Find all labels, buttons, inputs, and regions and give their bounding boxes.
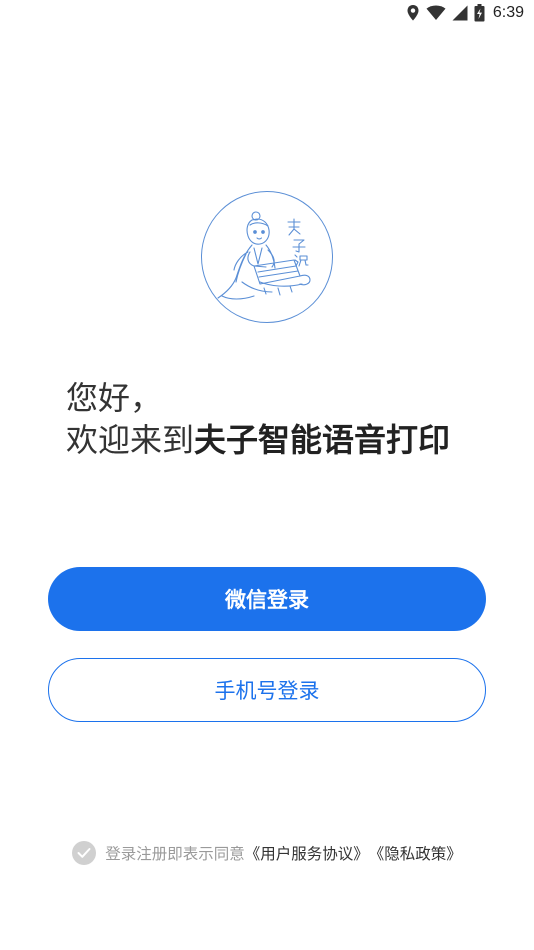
battery-icon bbox=[474, 4, 485, 22]
status-bar: 6:39 bbox=[0, 0, 534, 28]
phone-login-label: 手机号登录 bbox=[214, 679, 320, 703]
welcome-greeting: 您好， 欢迎来到夫子智能语音打印 bbox=[66, 377, 450, 461]
check-icon bbox=[77, 848, 91, 858]
agreement-text: 登录注册即表示同意 bbox=[105, 845, 245, 863]
privacy-policy-link[interactable]: 《隐私政策》 bbox=[369, 842, 462, 864]
wechat-login-button[interactable]: 微信登录 bbox=[48, 567, 486, 631]
wifi-icon bbox=[426, 5, 446, 20]
app-logo bbox=[201, 191, 333, 323]
status-icons: 6:39 bbox=[406, 4, 524, 22]
user-agreement-link[interactable]: 《用户服务协议》 bbox=[245, 842, 369, 864]
status-time: 6:39 bbox=[492, 4, 524, 21]
greeting-hello: 您好， bbox=[66, 379, 163, 417]
fuzi-character-logo bbox=[217, 211, 311, 300]
signal-icon bbox=[452, 5, 468, 21]
app-name: 夫子智能语音打印 bbox=[194, 421, 451, 459]
phone-login-button[interactable]: 手机号登录 bbox=[48, 658, 486, 722]
login-screen: 6:39 您好， 欢迎来到夫子智能语音打印 微信登录 手机号登录 登录注册即表示… bbox=[0, 0, 534, 950]
location-icon bbox=[407, 5, 419, 21]
agreement-row: 登录注册即表示同意 《用户服务协议》 《隐私政策》 bbox=[0, 840, 534, 866]
welcome-prefix: 欢迎来到 bbox=[66, 421, 195, 459]
wechat-login-label: 微信登录 bbox=[225, 588, 309, 612]
greeting-welcome: 欢迎来到夫子智能语音打印 bbox=[66, 419, 450, 461]
agreement-checkbox[interactable] bbox=[72, 841, 97, 865]
